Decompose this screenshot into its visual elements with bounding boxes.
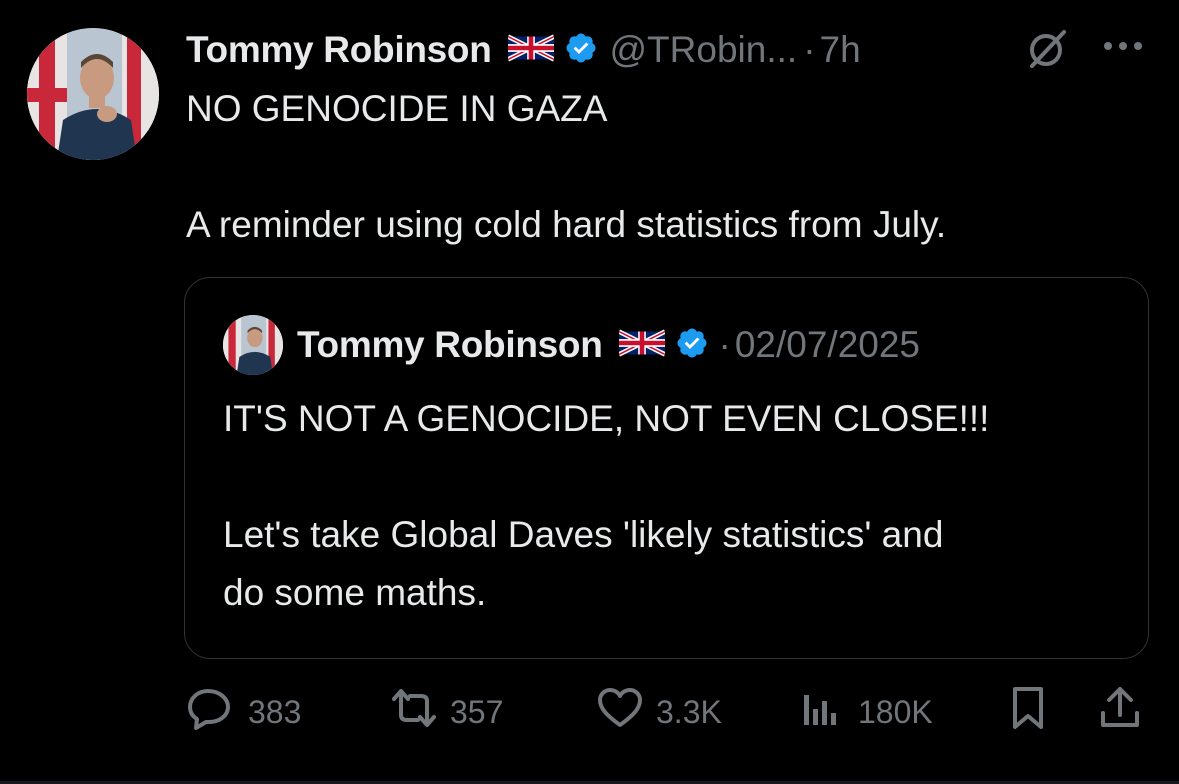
quoted-tweet-header: Tommy Robinson · 02/07/2025	[297, 320, 920, 370]
author-avatar[interactable]	[27, 28, 159, 160]
reply-button[interactable]: 383	[186, 686, 301, 738]
author-handle[interactable]: @TRobin...	[610, 29, 798, 71]
more-icon[interactable]	[1100, 36, 1146, 61]
quoted-tweet-date: 02/07/2025	[734, 324, 921, 365]
tweet-time[interactable]: 7h	[820, 29, 861, 71]
share-icon	[1098, 685, 1142, 739]
reply-count: 383	[248, 693, 302, 730]
quoted-text-line-2: Let's take Global Daves 'likely statisti…	[223, 514, 944, 555]
verified-badge-icon[interactable]	[564, 31, 598, 70]
meta-separator: ·	[718, 324, 731, 365]
quoted-author-avatar	[223, 315, 283, 375]
like-button[interactable]: 3.3K	[596, 686, 722, 738]
quoted-text-line-1: IT'S NOT A GENOCIDE, NOT EVEN CLOSE!!!	[223, 398, 990, 439]
tweet-text-line-2: A reminder using cold hard statistics fr…	[186, 204, 947, 245]
uk-flag-icon	[506, 33, 555, 68]
bookmark-button[interactable]	[1008, 686, 1048, 738]
tweet-text-line-1: NO GENOCIDE IN GAZA	[186, 88, 608, 129]
share-button[interactable]	[1098, 686, 1142, 738]
tweet-header: Tommy Robinson @TRobin... · 7h	[186, 24, 1166, 76]
action-bar: 383 357 3.3K 180K	[186, 686, 1146, 738]
views-icon	[800, 685, 844, 739]
quoted-tweet[interactable]: Tommy Robinson · 02/07/2025 IT'S NOT A G…	[184, 277, 1149, 659]
repost-count: 357	[450, 693, 504, 730]
quoted-author-name: Tommy Robinson	[297, 324, 603, 365]
meta-separator: ·	[803, 29, 816, 70]
grok-icon[interactable]	[1024, 26, 1070, 77]
like-count: 3.3K	[656, 693, 722, 730]
views-count: 180K	[858, 693, 933, 730]
author-name[interactable]: Tommy Robinson	[186, 29, 492, 71]
repost-button[interactable]: 357	[388, 686, 503, 738]
views-button[interactable]: 180K	[800, 686, 933, 738]
quoted-text-line-3: do some maths.	[223, 572, 487, 613]
reply-icon	[186, 685, 234, 739]
uk-flag-icon	[617, 328, 666, 363]
bookmark-icon	[1008, 685, 1048, 739]
repost-icon	[388, 685, 440, 739]
heart-icon	[596, 685, 644, 739]
verified-badge-icon	[675, 326, 709, 365]
